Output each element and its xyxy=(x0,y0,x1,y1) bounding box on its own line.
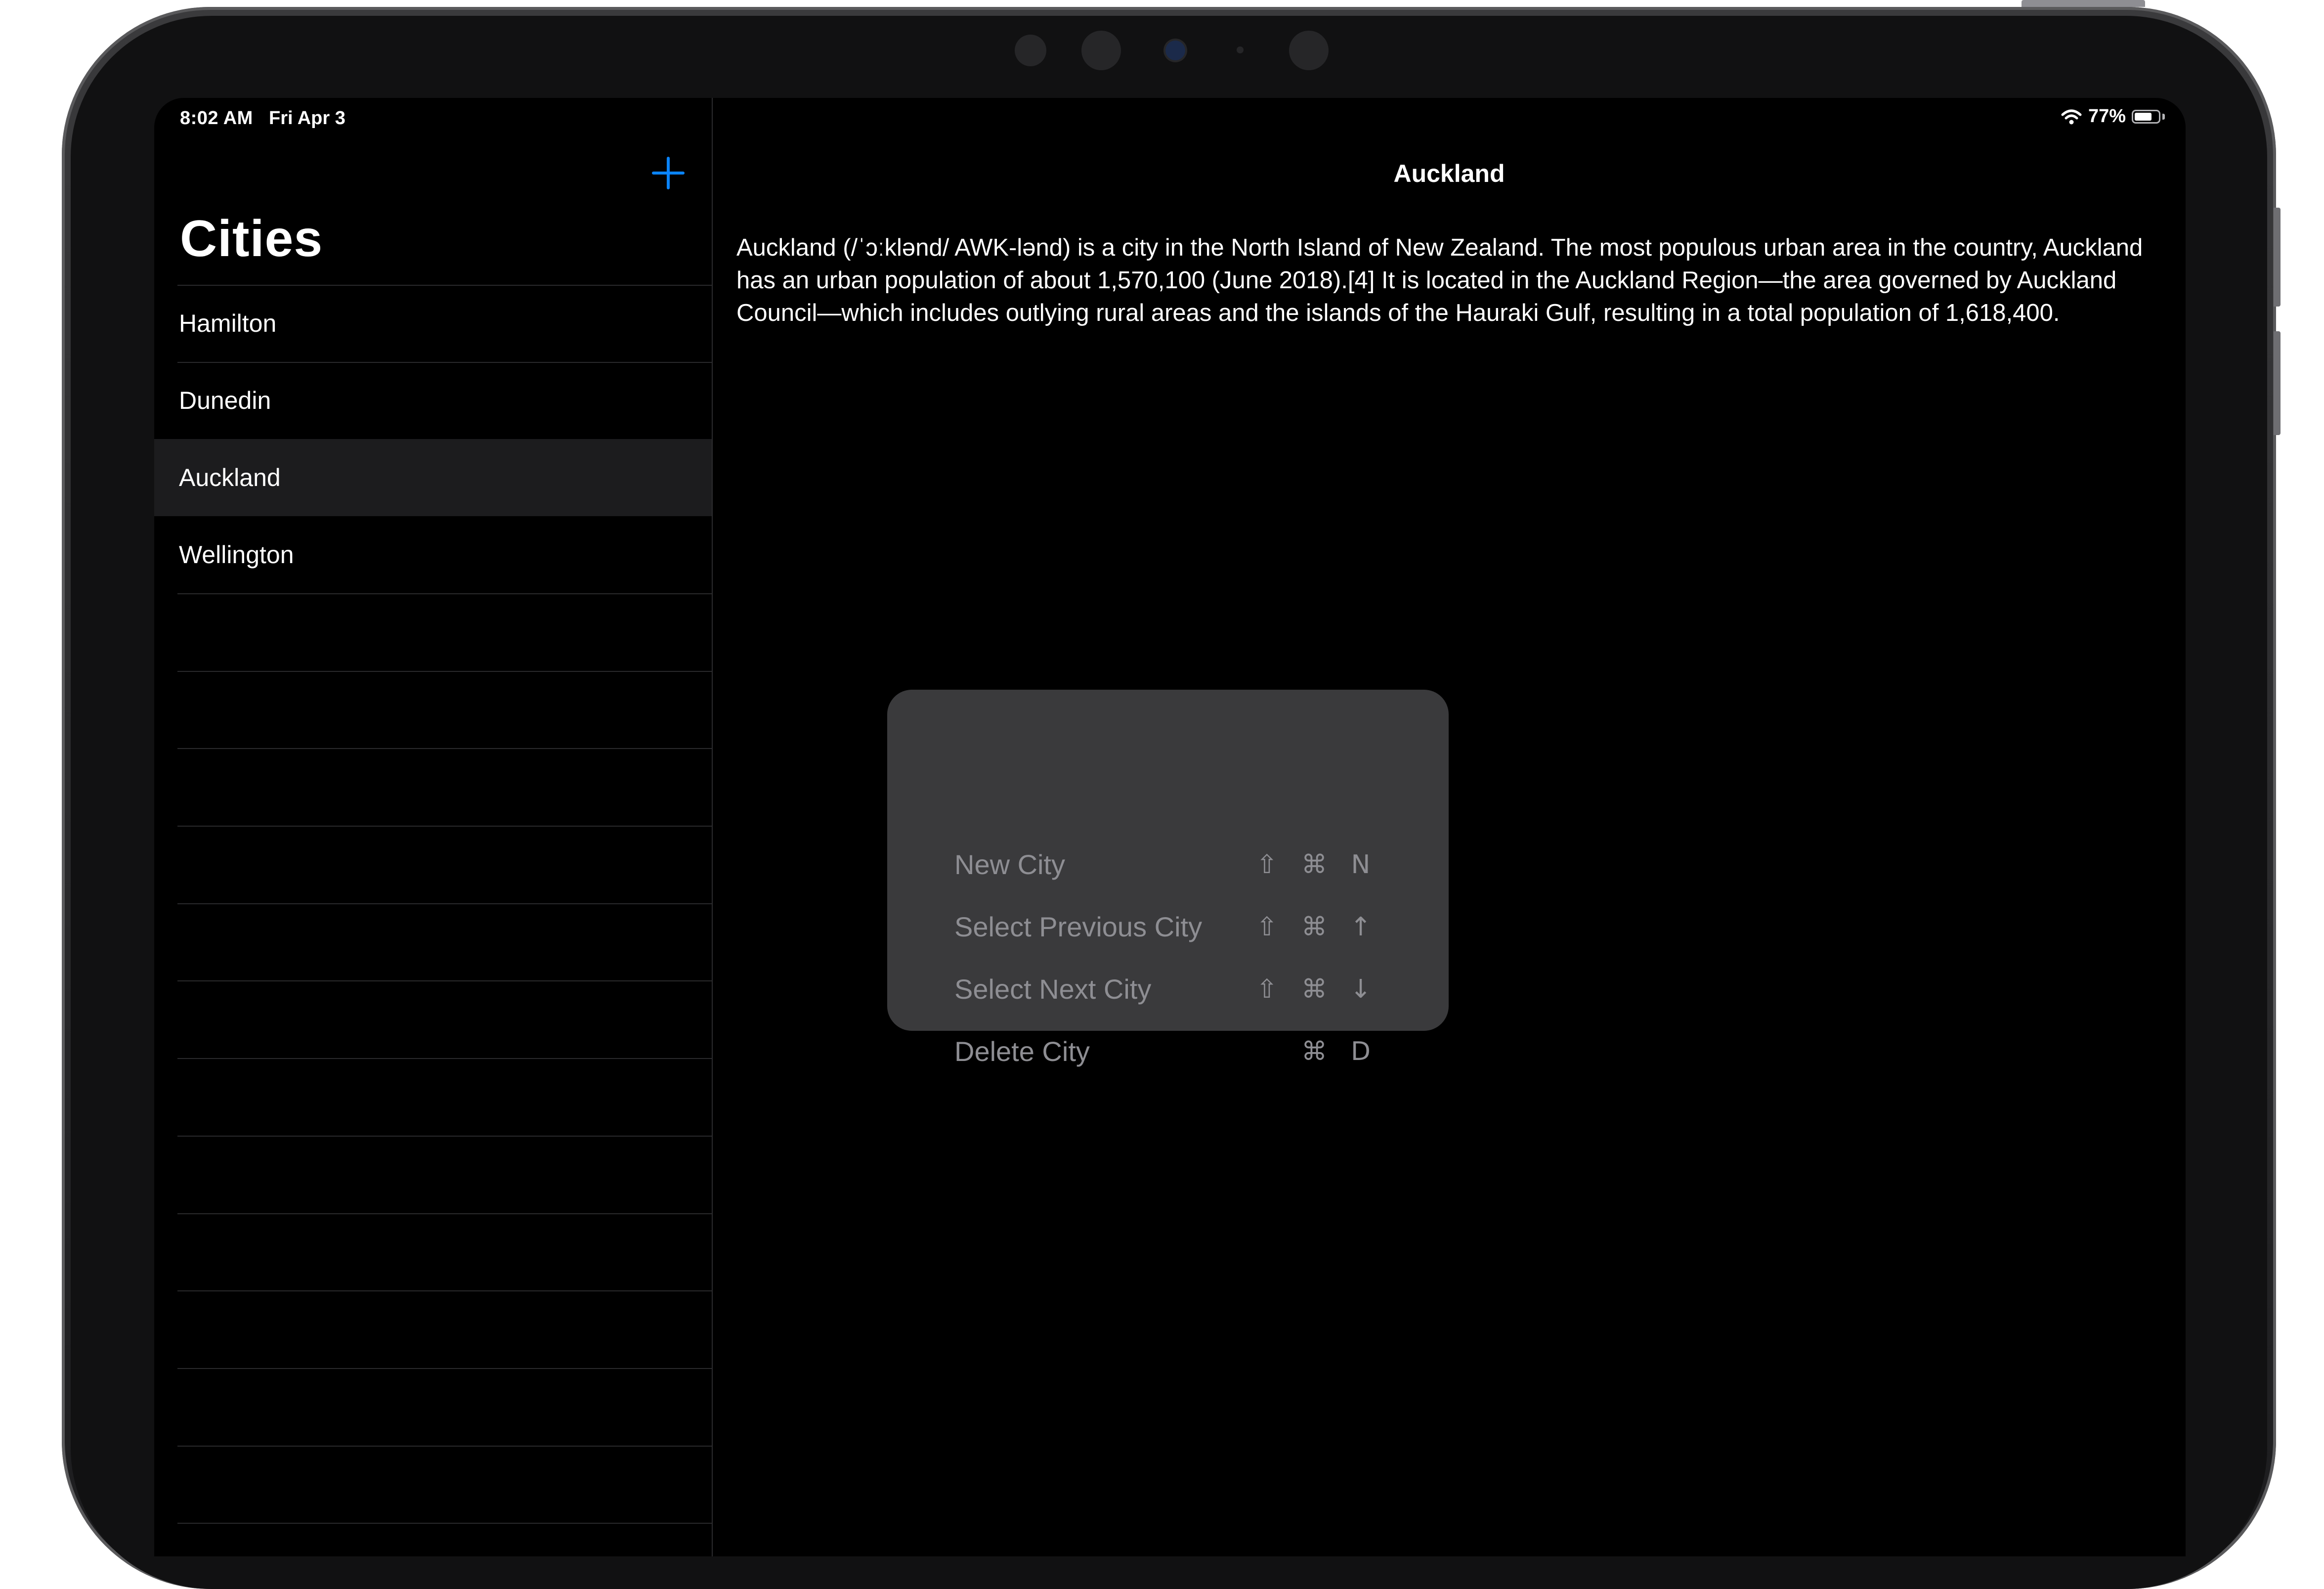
empty-row xyxy=(154,670,712,749)
empty-row xyxy=(154,1445,712,1523)
front-camera xyxy=(1165,41,1185,60)
screen: 8:02 AM Fri Apr 3 77% Cities Hamilton Du… xyxy=(154,98,2186,1556)
shortcut-label: New City xyxy=(954,849,1066,880)
row-divider xyxy=(177,1135,712,1137)
shortcut-new-city[interactable]: New City ⇧ ⌘ N xyxy=(887,845,1449,884)
sensor-dot xyxy=(1015,35,1046,66)
shift-key-icon: ⇧ xyxy=(1256,850,1278,880)
row-divider xyxy=(177,1445,712,1447)
command-key-icon: ⌘ xyxy=(1301,912,1327,942)
add-city-button[interactable] xyxy=(648,153,688,193)
row-divider xyxy=(177,362,712,363)
shortcut-key: D xyxy=(1350,1037,1371,1066)
empty-row xyxy=(154,1290,712,1368)
arrow-down-icon: ↓ xyxy=(1350,974,1372,1004)
city-label: Wellington xyxy=(179,541,294,569)
empty-row xyxy=(154,1368,712,1446)
city-row-hamilton[interactable]: Hamilton xyxy=(154,285,712,362)
command-key-icon: ⌘ xyxy=(1301,974,1327,1004)
city-label: Hamilton xyxy=(179,309,277,337)
plus-icon xyxy=(652,157,685,189)
shift-key-icon: ⇧ xyxy=(1256,974,1278,1004)
row-divider xyxy=(177,285,712,286)
row-divider xyxy=(177,980,712,982)
empty-row xyxy=(154,1058,712,1136)
shortcut-select-next-city[interactable]: Select Next City ⇧ ⌘ ↓ xyxy=(887,970,1449,1009)
row-divider xyxy=(177,903,712,904)
row-divider xyxy=(177,670,712,672)
shortcut-label: Select Previous City xyxy=(954,911,1203,942)
volume-down-button xyxy=(2274,331,2281,435)
page-title: Cities xyxy=(180,210,323,267)
sidebar: Cities Hamilton Dunedin Auckland Welling… xyxy=(154,98,713,1556)
empty-row xyxy=(154,826,712,903)
top-button xyxy=(2022,0,2145,7)
command-key-icon: ⌘ xyxy=(1301,1037,1327,1066)
keyboard-shortcuts-hud: New City ⇧ ⌘ N Select Previous City ⇧ ⌘ … xyxy=(887,690,1449,1067)
shortcut-select-previous-city[interactable]: Select Previous City ⇧ ⌘ ↑ xyxy=(887,907,1449,947)
sensor-dot xyxy=(1289,31,1329,70)
empty-row xyxy=(154,1523,712,1556)
row-divider xyxy=(177,1523,712,1524)
sensor-dot xyxy=(1237,46,1244,53)
row-divider xyxy=(177,748,712,750)
row-divider xyxy=(177,1290,712,1292)
empty-row xyxy=(154,980,712,1058)
empty-row xyxy=(154,748,712,826)
shortcut-key: N xyxy=(1351,850,1371,880)
row-divider xyxy=(177,1368,712,1369)
volume-up-button xyxy=(2274,208,2281,307)
shift-key-icon: ⇧ xyxy=(1256,912,1278,942)
city-row-dunedin[interactable]: Dunedin xyxy=(154,362,712,439)
shortcut-label: Delete City xyxy=(954,1036,1090,1067)
empty-row xyxy=(154,1213,712,1291)
detail-title: Auckland xyxy=(1393,160,1505,187)
city-row-auckland[interactable]: Auckland xyxy=(154,439,712,516)
empty-row xyxy=(154,903,712,981)
command-key-icon: ⌘ xyxy=(1301,850,1327,880)
city-list: Hamilton Dunedin Auckland Wellington xyxy=(154,285,712,1556)
empty-row xyxy=(154,593,712,671)
arrow-up-icon: ↑ xyxy=(1350,912,1372,942)
row-divider xyxy=(177,1058,712,1059)
row-divider xyxy=(177,826,712,827)
sensor-dot xyxy=(1081,31,1121,70)
shortcut-label: Select Next City xyxy=(954,973,1152,1005)
shortcut-delete-city[interactable]: Delete City ⌘ D xyxy=(887,1032,1449,1071)
city-label: Dunedin xyxy=(179,387,271,414)
detail-body: Auckland (/ˈɔːklənd/ AWK-lənd) is a city… xyxy=(736,234,2143,326)
city-row-wellington[interactable]: Wellington xyxy=(154,516,712,593)
empty-row xyxy=(154,1135,712,1213)
row-divider xyxy=(177,593,712,594)
row-divider xyxy=(177,1213,712,1214)
city-label: Auckland xyxy=(179,464,281,491)
